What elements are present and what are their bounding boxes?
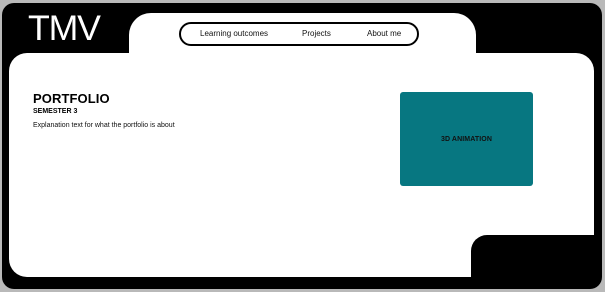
- top-navigation: Learning outcomes Projects About me: [179, 22, 419, 46]
- site-logo[interactable]: TMV: [28, 11, 101, 46]
- portfolio-page: TMV Learning outcomes Projects About me …: [0, 0, 605, 292]
- project-card-label: 3D ANIMATION: [441, 135, 492, 143]
- nav-learning-outcomes-link[interactable]: Learning outcomes: [200, 30, 268, 38]
- project-card-3d-animation[interactable]: 3D ANIMATION: [400, 92, 533, 186]
- nav-about-me-link[interactable]: About me: [367, 30, 401, 38]
- portfolio-title: PORTFOLIO: [33, 91, 110, 106]
- semester-subtitle: SEMESTER 3: [33, 108, 78, 115]
- portfolio-description: Explanation text for what the portfolio …: [33, 122, 175, 129]
- nav-projects-link[interactable]: Projects: [302, 30, 331, 38]
- decorative-bottom-right-block: [471, 235, 596, 277]
